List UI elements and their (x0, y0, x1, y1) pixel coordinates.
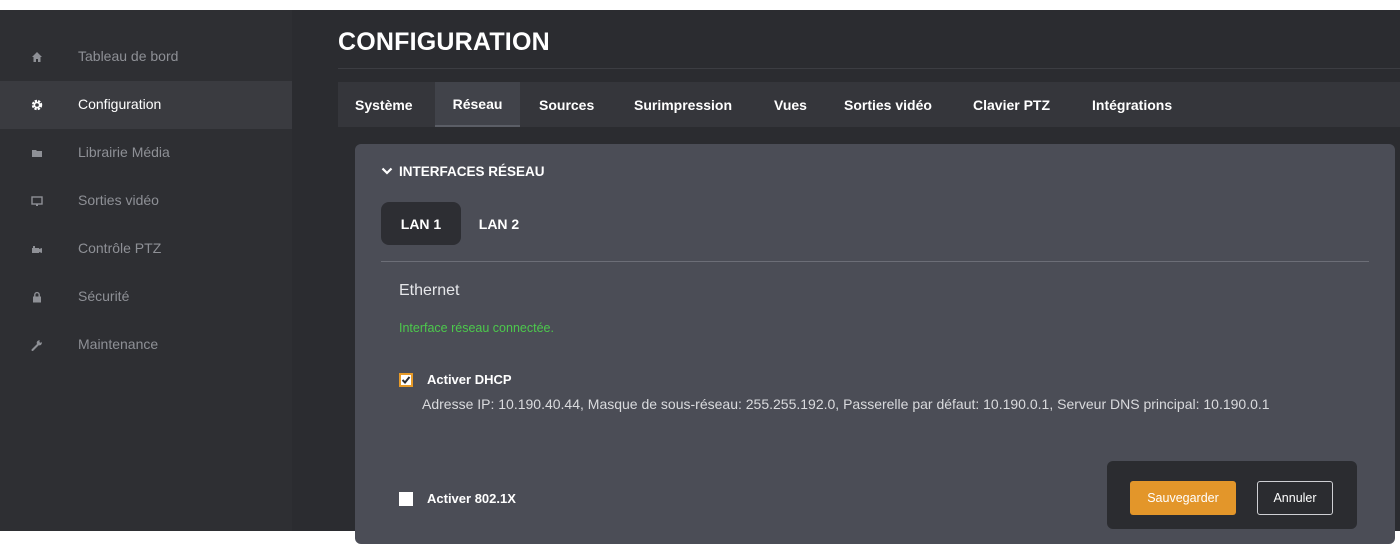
divider (381, 261, 1369, 262)
tab-video-outputs[interactable]: Sorties vidéo (844, 82, 932, 127)
wrench-icon (30, 338, 44, 352)
network-interfaces-header[interactable]: INTERFACES RÉSEAU (381, 164, 545, 179)
sidebar-item-dashboard[interactable]: Tableau de bord (0, 33, 292, 81)
monitor-icon (30, 194, 44, 208)
sidebar-item-maintenance[interactable]: Maintenance (0, 321, 292, 369)
sidebar-item-video-outputs[interactable]: Sorties vidéo (0, 177, 292, 225)
page-title: CONFIGURATION (338, 28, 550, 56)
dot1x-label: Activer 802.1X (427, 491, 516, 506)
tab-lan1[interactable]: LAN 1 (381, 202, 461, 245)
sidebar-item-label: Librairie Média (78, 144, 170, 160)
network-info-text: Adresse IP: 10.190.40.44, Masque de sous… (422, 396, 1270, 412)
tab-lan2[interactable]: LAN 2 (469, 202, 529, 245)
config-tab-bar: Système Réseau Sources Surimpression Vue… (338, 82, 1400, 127)
tab-overlay[interactable]: Surimpression (634, 82, 732, 127)
sidebar-item-media-library[interactable]: Librairie Média (0, 129, 292, 177)
gear-icon (30, 98, 44, 112)
tab-integrations[interactable]: Intégrations (1092, 82, 1172, 127)
ptz-camera-icon (30, 242, 44, 256)
sidebar-item-label: Sorties vidéo (78, 192, 159, 208)
sidebar-item-label: Configuration (78, 96, 162, 112)
dot1x-option[interactable]: Activer 802.1X (399, 491, 516, 506)
dhcp-option[interactable]: Activer DHCP (399, 372, 512, 387)
tab-views[interactable]: Vues (774, 82, 807, 127)
checkmark-icon (401, 375, 411, 384)
section-title: INTERFACES RÉSEAU (399, 164, 545, 179)
tab-network[interactable]: Réseau (435, 82, 520, 127)
dot1x-checkbox[interactable] (399, 491, 413, 506)
chevron-down-icon (381, 164, 393, 179)
tab-system[interactable]: Système (355, 82, 413, 127)
sidebar-item-label: Contrôle PTZ (78, 240, 162, 256)
folder-icon (30, 146, 44, 160)
divider (338, 68, 1400, 69)
dhcp-checkbox[interactable] (399, 372, 413, 387)
connection-status: Interface réseau connectée. (399, 321, 554, 335)
home-icon (30, 50, 44, 64)
cancel-button[interactable]: Annuler (1257, 481, 1333, 515)
action-bar: Sauvegarder Annuler (1107, 461, 1357, 529)
sidebar-item-label: Tableau de bord (78, 48, 179, 64)
lock-icon (30, 290, 44, 304)
save-button[interactable]: Sauvegarder (1130, 481, 1236, 515)
sidebar-item-ptz-control[interactable]: Contrôle PTZ (0, 225, 292, 273)
sidebar: Tableau de bord Configuration Librairie … (0, 10, 292, 531)
dhcp-label: Activer DHCP (427, 372, 512, 387)
tab-ptz-keyboard[interactable]: Clavier PTZ (973, 82, 1050, 127)
app-window: Tableau de bord Configuration Librairie … (0, 10, 1400, 544)
main-content: CONFIGURATION Système Réseau Sources Sur… (292, 10, 1400, 544)
sidebar-item-label: Maintenance (78, 336, 159, 352)
sidebar-item-configuration[interactable]: Configuration (0, 81, 292, 129)
interface-type-label: Ethernet (399, 282, 460, 299)
sidebar-item-label: Sécurité (78, 288, 130, 304)
tab-sources[interactable]: Sources (539, 82, 594, 127)
sidebar-item-security[interactable]: Sécurité (0, 273, 292, 321)
